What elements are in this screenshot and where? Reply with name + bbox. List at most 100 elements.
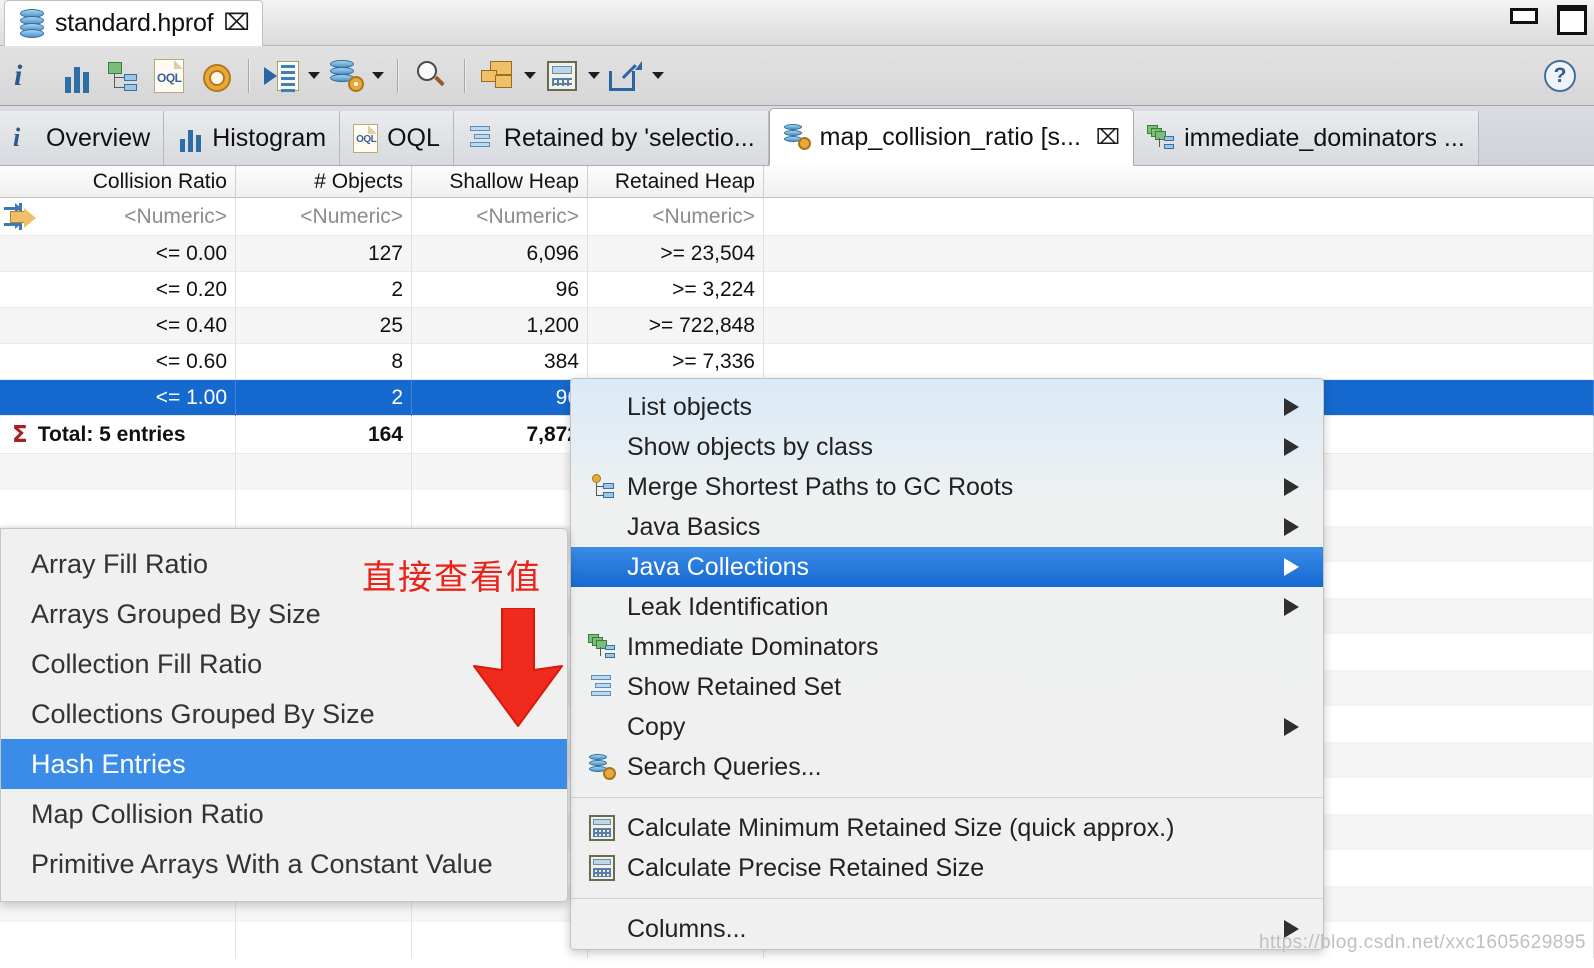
filter-cell-collision-ratio[interactable]: <Numeric> (0, 198, 236, 236)
maximize-icon[interactable] (1556, 4, 1587, 35)
menu-item-columns[interactable]: Columns... (571, 909, 1323, 949)
close-icon[interactable]: ⌧ (223, 12, 250, 35)
menu-item-label: Leak Identification (627, 592, 829, 621)
submenu-item-map-collision-ratio[interactable]: Map Collision Ratio (1, 789, 567, 839)
menu-item-java-basics[interactable]: Java Basics (571, 507, 1323, 547)
menu-item-merge-shortest-paths-to-gc-roots[interactable]: Merge Shortest Paths to GC Roots (571, 467, 1323, 507)
immediate-dominators-icon (585, 634, 619, 660)
find-button[interactable] (408, 52, 454, 100)
menu-item-calculate-minimum-retained-size[interactable]: Calculate Minimum Retained Size (quick a… (571, 808, 1323, 848)
calculate-retained-size-button[interactable] (539, 52, 585, 100)
total-num-objects: 164 (236, 416, 412, 454)
filter-cell-retained-heap[interactable]: <Numeric> (588, 198, 764, 236)
run-expert-system-button[interactable] (259, 52, 305, 100)
cell-num-objects: 127 (236, 236, 412, 272)
column-header-collision-ratio[interactable]: Collision Ratio (0, 166, 236, 198)
cell-shallow-heap: 96 (412, 380, 588, 416)
tab-immediate-dominators[interactable]: immediate_dominators ... (1134, 111, 1479, 165)
menu-item-immediate-dominators[interactable]: Immediate Dominators (571, 627, 1323, 667)
chevron-right-icon (1284, 920, 1299, 938)
cell-shallow-heap: 1,200 (412, 308, 588, 344)
tab-label: Histogram (212, 123, 327, 152)
oql-icon: OQL (154, 58, 184, 93)
help-icon[interactable]: ? (1544, 60, 1576, 92)
submenu-item-hash-entries[interactable]: Hash Entries (1, 739, 567, 789)
tab-label: map_collision_ratio [s... (819, 122, 1081, 151)
table-filter-row[interactable]: <Numeric> <Numeric> <Numeric> <Numeric> (0, 198, 1594, 236)
cell-retained-heap: >= 23,504 (588, 236, 764, 272)
filter-cell-filler (764, 198, 1594, 236)
settings-button[interactable] (192, 52, 238, 100)
cell-num-objects: 2 (236, 272, 412, 308)
group-result-dropdown-arrow[interactable] (521, 52, 539, 100)
filter-cell-shallow-heap[interactable]: <Numeric> (412, 198, 588, 236)
cell-collision-ratio: <= 0.20 (0, 272, 236, 308)
submenu-item-label: Array Fill Ratio (31, 548, 209, 579)
chevron-right-icon (1284, 518, 1299, 536)
close-icon[interactable]: ⌧ (1096, 125, 1120, 149)
filter-icon (4, 202, 38, 232)
group-result-button[interactable] (475, 52, 521, 100)
chevron-right-icon (1284, 398, 1299, 416)
run-report-dropdown-arrow[interactable] (305, 52, 323, 100)
submenu-item-collections-grouped-by-size[interactable]: Collections Grouped By Size (1, 689, 567, 739)
group-boxes-icon (481, 60, 515, 91)
submenu-item-arrays-grouped-by-size[interactable]: Arrays Grouped By Size (1, 589, 567, 639)
cell-filler (764, 272, 1594, 308)
table-row[interactable]: <= 0.60 8 384 >= 7,336 (0, 344, 1594, 380)
total-label: Total: 5 entries (37, 423, 186, 446)
editor-window-tab[interactable]: standard.hprof ⌧ (4, 0, 263, 46)
minimize-icon[interactable] (1508, 4, 1538, 28)
table-row[interactable]: <= 0.20 2 96 >= 3,224 (0, 272, 1594, 308)
cell-filler (764, 308, 1594, 344)
immediate-dominators-icon (1147, 125, 1175, 151)
menu-item-leak-identification[interactable]: Leak Identification (571, 587, 1323, 627)
menu-item-show-objects-by-class[interactable]: Show objects by class (571, 427, 1323, 467)
tab-overview[interactable]: i Overview (0, 111, 165, 165)
menu-item-show-retained-set[interactable]: Show Retained Set (571, 667, 1323, 707)
menu-item-label: Java Collections (627, 552, 810, 581)
export-dropdown-arrow[interactable] (649, 52, 667, 100)
tab-histogram[interactable]: Histogram (164, 111, 341, 165)
toolbar-separator (248, 58, 249, 93)
menu-item-java-collections[interactable]: Java Collections (571, 547, 1323, 587)
table-row[interactable]: <= 0.40 25 1,200 >= 722,848 (0, 308, 1594, 344)
table-row[interactable]: <= 0.00 127 6,096 >= 23,504 (0, 236, 1594, 272)
column-header-num-objects[interactable]: # Objects (236, 166, 412, 198)
menu-item-copy[interactable]: Copy (571, 707, 1323, 747)
menu-item-list-objects[interactable]: List objects (571, 387, 1323, 427)
menu-item-search-queries[interactable]: Search Queries... (571, 747, 1323, 787)
tab-oql[interactable]: OQL OQL (340, 111, 454, 165)
histogram-button[interactable] (54, 52, 100, 100)
editor-tab-strip: i Overview Histogram OQL OQL Retained by… (0, 106, 1594, 166)
open-query-browser-button[interactable] (323, 52, 369, 100)
export-button[interactable] (603, 52, 649, 100)
toolbar-separator (397, 58, 398, 93)
tab-label: Overview (46, 123, 151, 152)
calculate-retained-dropdown-arrow[interactable] (585, 52, 603, 100)
query-db-gear-icon (783, 124, 811, 150)
tab-retained-by-selection[interactable]: Retained by 'selectio... (453, 111, 769, 165)
cell-collision-ratio: <= 0.40 (0, 308, 236, 344)
java-collections-submenu: Array Fill Ratio Arrays Grouped By Size … (0, 528, 568, 902)
column-header-retained-heap[interactable]: Retained Heap (588, 166, 764, 198)
submenu-item-label: Primitive Arrays With a Constant Value (31, 848, 493, 879)
menu-separator (571, 898, 1323, 899)
dominator-tree-button[interactable] (100, 52, 146, 100)
submenu-item-array-fill-ratio[interactable]: Array Fill Ratio (1, 539, 567, 589)
menu-item-label: Search Queries... (627, 752, 822, 781)
cell-num-objects: 2 (236, 380, 412, 416)
query-browser-icon (328, 59, 364, 92)
cell-collision-ratio: <= 0.60 (0, 344, 236, 380)
column-header-filler (764, 166, 1594, 198)
overview-info-button[interactable]: i (8, 52, 54, 100)
filter-cell-num-objects[interactable]: <Numeric> (236, 198, 412, 236)
calculator-icon (585, 815, 619, 841)
menu-item-calculate-precise-retained-size[interactable]: Calculate Precise Retained Size (571, 848, 1323, 888)
tab-map-collision-ratio[interactable]: map_collision_ratio [s... ⌧ (768, 108, 1135, 166)
column-header-shallow-heap[interactable]: Shallow Heap (412, 166, 588, 198)
submenu-item-primitive-arrays-with-constant-value[interactable]: Primitive Arrays With a Constant Value (1, 839, 567, 889)
submenu-item-collection-fill-ratio[interactable]: Collection Fill Ratio (1, 639, 567, 689)
query-browser-dropdown-arrow[interactable] (369, 52, 387, 100)
oql-button[interactable]: OQL (146, 52, 192, 100)
